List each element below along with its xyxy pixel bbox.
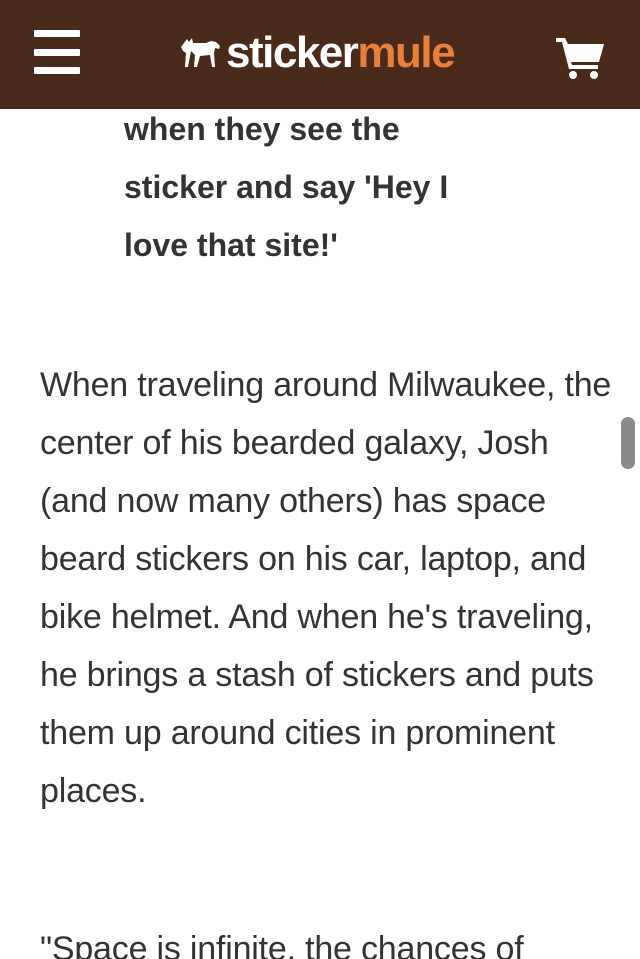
- mule-logo-icon: [181, 38, 220, 67]
- logo-text-sticker: sticker: [226, 28, 359, 77]
- site-header: sticker mule: [0, 0, 640, 109]
- article-paragraph: When traveling around Milwaukee, the cen…: [40, 366, 612, 810]
- menu-button[interactable]: [34, 30, 82, 74]
- cart-icon: [556, 38, 604, 79]
- quote-line: love that site!': [124, 227, 338, 263]
- menu-icon-bar: [34, 48, 80, 56]
- page: sticker mule when they see the sticker a…: [0, 0, 640, 959]
- site-logo[interactable]: sticker mule: [178, 28, 456, 78]
- quote-line: sticker and say 'Hey I: [124, 169, 449, 205]
- pull-quote: when they see the sticker and say 'Hey I…: [124, 100, 544, 274]
- scrollbar-thumb[interactable]: [621, 417, 635, 469]
- menu-icon: [34, 30, 80, 37]
- cart-button[interactable]: [556, 36, 606, 80]
- menu-icon-bar: [34, 67, 80, 74]
- article-paragraph-next: "Space is infinite, the chances of: [40, 930, 524, 959]
- logo-text-mule: mule: [357, 28, 455, 77]
